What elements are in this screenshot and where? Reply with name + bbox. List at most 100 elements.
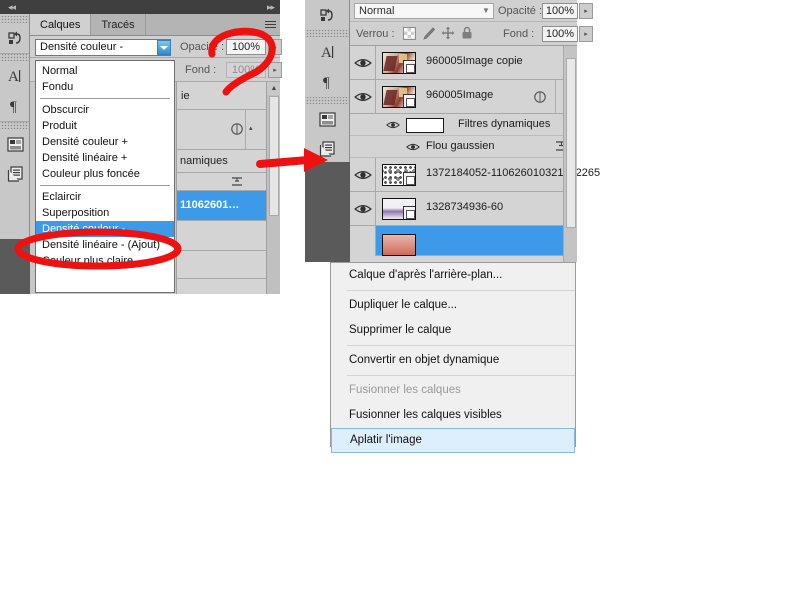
scrollbar-thumb[interactable] <box>566 58 576 228</box>
menu-item-calque-arriere-plan[interactable]: Calque d'après l'arrière-plan... <box>331 263 575 288</box>
type-tool-icon[interactable]: A <box>0 61 30 91</box>
paragraph-icon[interactable]: ¶ <box>305 67 350 97</box>
collapse-icon[interactable]: ▴ <box>249 124 253 132</box>
history-brush-icon[interactable] <box>0 23 30 53</box>
layer-thumbnail[interactable] <box>382 52 416 74</box>
sub-row-smart-filters[interactable]: Filtres dynamiques <box>350 114 577 136</box>
menu-item-supprimer-calque[interactable]: Supprimer le calque <box>331 318 575 343</box>
dock-grip-2[interactable] <box>305 97 350 104</box>
visibility-column <box>350 226 376 256</box>
table-row[interactable]: 960005Image copie <box>350 46 577 80</box>
layer-thumbnail[interactable] <box>382 164 416 186</box>
table-row[interactable] <box>350 226 577 256</box>
opacity-input[interactable]: 100% <box>226 39 266 55</box>
collapse-left-icon[interactable]: ◂◂ <box>8 1 16 13</box>
list-item[interactable]: namiques <box>177 150 280 173</box>
menu-item-couleur-plus-claire[interactable]: Couleur plus claire <box>36 253 174 269</box>
panel-collapse-bar[interactable]: ◂◂ ▸▸ <box>0 0 280 14</box>
opacity-label: Opacité : <box>180 41 225 53</box>
menu-item-aplatir-image[interactable]: Aplatir l'image <box>331 428 575 453</box>
filter-mask-thumbnail[interactable] <box>406 118 444 133</box>
dock-grip-3[interactable] <box>0 122 29 129</box>
opacity-stepper-icon[interactable]: ▸ <box>268 39 282 55</box>
tab-traces[interactable]: Tracés <box>91 14 146 35</box>
type-tool-icon[interactable]: A <box>305 37 350 67</box>
eye-icon[interactable] <box>354 89 372 105</box>
smart-filter-icon[interactable] <box>533 90 547 104</box>
eye-icon[interactable] <box>354 167 372 183</box>
layer-thumbnail[interactable] <box>382 86 416 108</box>
menu-item-superposition[interactable]: Superposition <box>36 205 174 221</box>
chevron-down-icon[interactable] <box>157 40 171 55</box>
menu-item-normal[interactable]: Normal <box>36 63 174 79</box>
tab-calques[interactable]: Calques <box>30 14 92 35</box>
menu-item-densite-lineaire-moins[interactable]: Densité linéaire - (Ajout) <box>36 237 174 253</box>
scroll-up-icon[interactable]: ▲ <box>267 82 280 95</box>
eye-icon[interactable] <box>354 55 372 71</box>
menu-item-convertir-objet-dynamique[interactable]: Convertir en objet dynamique <box>331 348 575 373</box>
blend-mode-dropdown[interactable]: Normal Fondu Obscurcir Produit Densité c… <box>35 60 175 293</box>
lock-transparency-icon[interactable] <box>403 27 416 40</box>
table-row[interactable]: 1328734936-60 <box>350 192 577 226</box>
lock-position-icon[interactable] <box>441 26 455 40</box>
menu-item-couleur-plus-foncee[interactable]: Couleur plus foncée <box>36 166 174 182</box>
blend-mode-select[interactable]: Densité couleur - <box>35 39 171 56</box>
menu-item-densite-couleur-plus[interactable]: Densité couleur + <box>36 134 174 150</box>
menu-item-obscurcir[interactable]: Obscurcir <box>36 102 174 118</box>
list-item[interactable] <box>177 173 280 191</box>
smart-filter-icon[interactable] <box>230 122 244 136</box>
list-item[interactable] <box>177 251 280 279</box>
fill-input[interactable]: 100% <box>226 62 266 78</box>
opacity-stepper-icon[interactable]: ▸ <box>579 3 593 19</box>
menu-item-dupliquer-calque[interactable]: Dupliquer le calque... <box>331 293 575 318</box>
fill-input[interactable]: 100% <box>542 26 578 42</box>
menu-item-densite-couleur-moins[interactable]: Densité couleur - <box>36 221 174 237</box>
menu-item-densite-lineaire-plus[interactable]: Densité linéaire + <box>36 150 174 166</box>
list-item[interactable]: 11062601… <box>177 191 280 221</box>
left-tool-dock: A ¶ <box>0 14 30 294</box>
layers-panel-icon[interactable] <box>0 159 30 189</box>
vertical-scrollbar[interactable]: ▲ <box>266 82 280 294</box>
menu-item-produit[interactable]: Produit <box>36 118 174 134</box>
list-item[interactable]: ▴ <box>177 110 280 150</box>
filter-options-icon[interactable] <box>231 176 244 188</box>
history-brush-icon[interactable] <box>305 0 350 30</box>
menu-item-fusionner-calques-visibles[interactable]: Fusionner les calques visibles <box>331 403 575 428</box>
table-row[interactable]: 960005Image ▴ <box>350 80 577 114</box>
vertical-scrollbar[interactable] <box>563 46 577 262</box>
eye-icon[interactable] <box>386 118 400 132</box>
layer-thumbnail[interactable] <box>382 198 416 220</box>
layer-comp-icon[interactable] <box>305 104 350 134</box>
dock-grip-2[interactable] <box>0 54 29 61</box>
menu-item-eclaircir[interactable]: Eclaircir <box>36 189 174 205</box>
blend-mode-value: Normal <box>359 5 395 17</box>
eye-icon[interactable] <box>406 140 420 154</box>
svg-text:A: A <box>321 45 332 61</box>
layers-panel-icon[interactable] <box>305 134 350 164</box>
chevron-down-icon[interactable]: ▼ <box>482 6 490 15</box>
layer-context-menu[interactable]: Calque d'après l'arrière-plan... Dupliqu… <box>330 262 576 453</box>
table-row[interactable]: 1372184052-110626010321652265 <box>350 158 600 192</box>
divider <box>245 110 246 150</box>
dock-grip[interactable] <box>0 16 29 23</box>
layer-thumbnail[interactable] <box>382 234 416 256</box>
fill-value: 100% <box>545 28 575 40</box>
layer-name: 960005Image copie <box>426 55 523 67</box>
scrollbar-thumb[interactable] <box>269 96 279 216</box>
menu-item-fondu[interactable]: Fondu <box>36 79 174 95</box>
list-item[interactable]: ie <box>177 82 280 110</box>
panel-menu-icon[interactable] <box>260 14 280 35</box>
eye-icon[interactable] <box>354 201 372 217</box>
list-item[interactable] <box>177 221 280 251</box>
collapse-right-icon[interactable]: ▸▸ <box>267 1 275 13</box>
lock-all-icon[interactable] <box>460 26 474 40</box>
sub-row-gaussian-blur[interactable]: Flou gaussien <box>350 136 577 158</box>
blend-mode-select[interactable]: Normal <box>354 3 494 19</box>
dock-grip[interactable] <box>305 30 350 37</box>
fill-stepper-icon[interactable]: ▸ <box>268 62 282 78</box>
lock-image-icon[interactable] <box>422 26 437 41</box>
opacity-input[interactable]: 100% <box>542 3 578 19</box>
paragraph-icon[interactable]: ¶ <box>0 91 30 121</box>
layer-comp-icon[interactable] <box>0 129 30 159</box>
fill-stepper-icon[interactable]: ▸ <box>579 26 593 42</box>
